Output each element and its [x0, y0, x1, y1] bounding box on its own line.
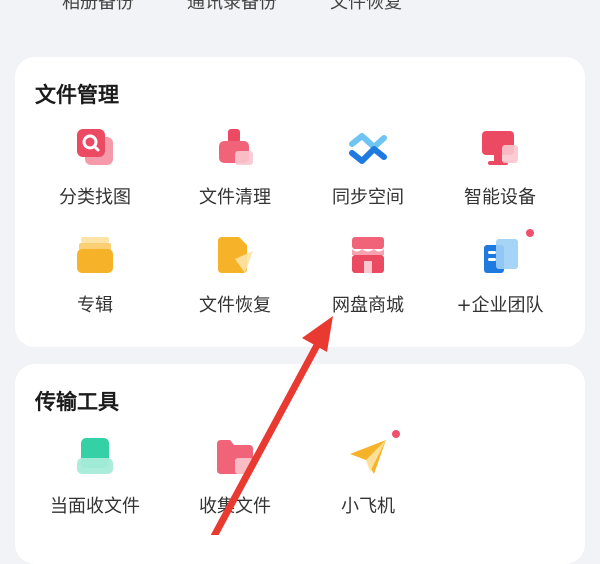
annotation-arrow — [210, 316, 333, 535]
